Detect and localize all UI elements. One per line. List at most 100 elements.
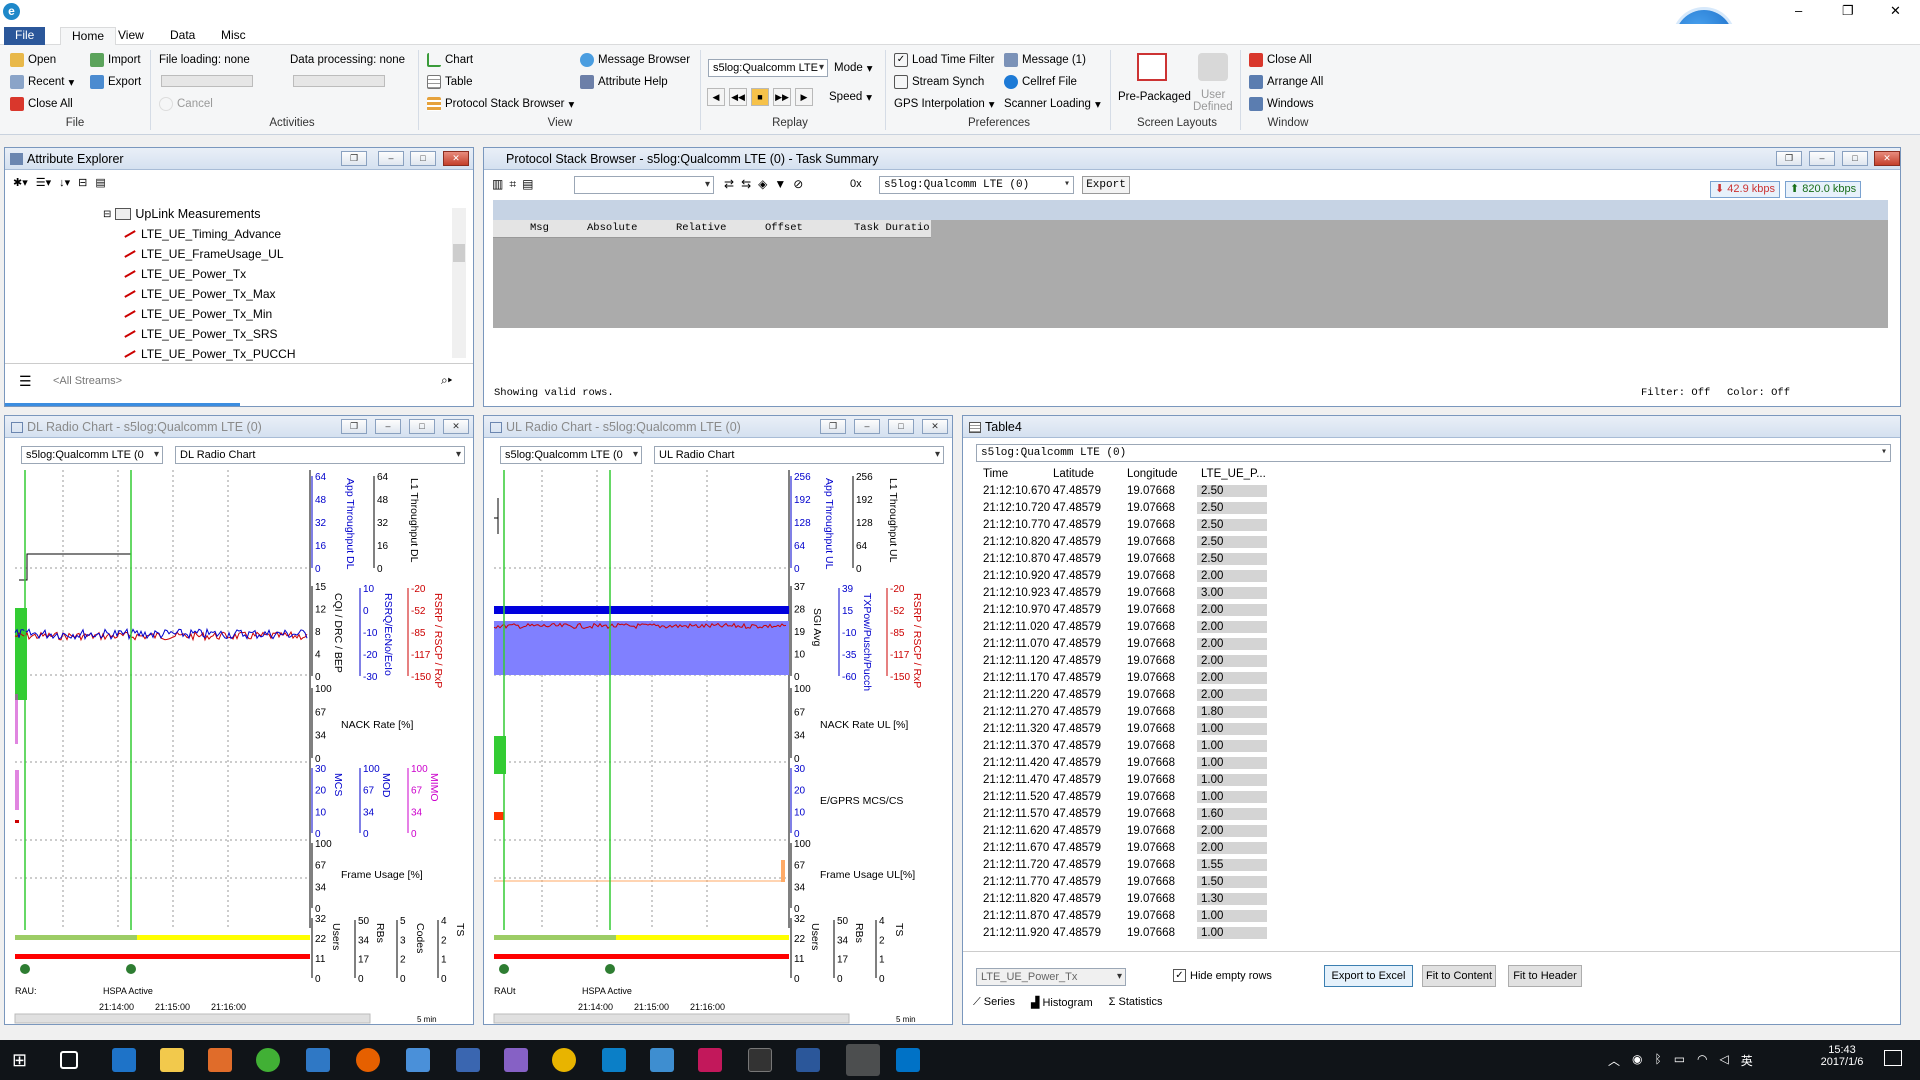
clock[interactable]: 15:43 2017/1/6 — [1812, 1044, 1872, 1068]
chart-button[interactable]: Chart — [427, 51, 473, 69]
table-row[interactable]: 21:12:11.120 47.48579 19.07668 2.00 — [976, 654, 1276, 671]
word-icon[interactable] — [796, 1048, 820, 1072]
gps-interpolation-button[interactable]: GPS Interpolation ▾ — [894, 95, 995, 113]
battery-icon[interactable]: ▭ — [1674, 1052, 1685, 1069]
find-prev-icon[interactable]: ⇆ — [741, 177, 751, 191]
dl-minimize-button[interactable]: – — [375, 419, 401, 434]
table-row[interactable]: 21:12:11.070 47.48579 19.07668 2.00 — [976, 637, 1276, 654]
rewind-button[interactable]: ◀◀ — [729, 88, 747, 106]
mdi-vertical-scrollbar[interactable] — [1904, 138, 1920, 1028]
active-app-icon[interactable] — [846, 1044, 880, 1076]
terminal-icon[interactable] — [748, 1048, 772, 1072]
bluetooth-icon[interactable]: ᛒ — [1655, 1052, 1662, 1069]
ime-indicator[interactable]: 英 — [1741, 1052, 1753, 1069]
layers-icon[interactable]: ◈ — [758, 177, 767, 191]
tab-view[interactable]: View — [107, 27, 155, 45]
attribute-help-button[interactable]: Attribute Help — [580, 73, 668, 91]
start-icon[interactable]: ⊞ — [12, 1048, 36, 1072]
speed-button[interactable]: Speed ▾ — [829, 88, 872, 106]
close-all-windows-button[interactable]: Close All — [1249, 51, 1312, 69]
psb-export-button[interactable]: Export — [1082, 176, 1130, 194]
minimize-button[interactable]: – — [1795, 3, 1802, 18]
media-player-icon[interactable] — [208, 1048, 232, 1072]
tree-item[interactable]: LTE_UE_Power_Tx_Min — [123, 307, 272, 321]
volume-icon[interactable]: ◁ — [1720, 1052, 1729, 1069]
table-row[interactable]: 21:12:11.170 47.48579 19.07668 2.00 — [976, 671, 1276, 688]
column-longitude[interactable]: Longitude — [1127, 468, 1178, 480]
task-view-icon[interactable] — [60, 1051, 78, 1069]
column-msg[interactable]: Msg — [530, 222, 549, 234]
dl-device-select[interactable]: s5log:Qualcomm LTE (0 — [21, 446, 163, 464]
table-row[interactable]: 21:12:11.570 47.48579 19.07668 1.60 — [976, 807, 1276, 824]
outlook-icon[interactable] — [896, 1048, 920, 1072]
message-button[interactable]: Message (1) — [1004, 51, 1086, 69]
explorer-close-button[interactable]: ✕ — [443, 151, 469, 166]
tab-statistics[interactable]: Σ Statistics — [1109, 996, 1163, 1009]
table-row[interactable]: 21:12:10.770 47.48579 19.07668 2.50 — [976, 518, 1276, 535]
dl-maximize-button[interactable]: □ — [409, 419, 435, 434]
tree-icon[interactable]: ⊟ — [78, 176, 87, 192]
tab-file[interactable]: File — [4, 27, 46, 45]
table-row[interactable]: 21:12:11.520 47.48579 19.07668 1.00 — [976, 790, 1276, 807]
fit-to-header-button[interactable]: Fit to Header — [1508, 965, 1582, 987]
close-button[interactable]: ✕ — [1890, 3, 1901, 19]
pre-packaged-icon[interactable] — [1137, 53, 1167, 81]
table-row[interactable]: 21:12:11.020 47.48579 19.07668 2.00 — [976, 620, 1276, 637]
stop-button[interactable]: ■ — [751, 88, 769, 106]
table-row[interactable]: 21:12:11.770 47.48579 19.07668 1.50 — [976, 875, 1276, 892]
table-row[interactable]: 21:12:11.720 47.48579 19.07668 1.55 — [976, 858, 1276, 875]
psb-minimize-button[interactable]: – — [1809, 151, 1835, 166]
protocol-stack-browser-button[interactable]: Protocol Stack Browser ▾ — [427, 95, 574, 113]
ul-device-select[interactable]: s5log:Qualcomm LTE (0 — [500, 446, 642, 464]
wechat-tray-icon[interactable]: ◉ — [1632, 1052, 1642, 1069]
tab-data[interactable]: Data — [159, 27, 206, 45]
crosshair-icon[interactable]: ⌗ — [509, 177, 516, 192]
replay-device-select[interactable]: s5log:Qualcomm LTE — [708, 59, 828, 77]
column-offset[interactable]: Offset — [765, 222, 803, 234]
table-row[interactable]: 21:12:11.320 47.48579 19.07668 1.00 — [976, 722, 1276, 739]
table-row[interactable]: 21:12:11.670 47.48579 19.07668 2.00 — [976, 841, 1276, 858]
collapse-icon[interactable]: ⊟ — [103, 209, 111, 220]
funnel-icon[interactable]: ▼ — [774, 177, 786, 191]
table-row[interactable]: 21:12:11.370 47.48579 19.07668 1.00 — [976, 739, 1276, 756]
maximize-button[interactable]: ❐ — [1842, 3, 1854, 19]
menu-icon[interactable]: ☰ — [19, 373, 32, 390]
explorer-maximize-button[interactable]: □ — [410, 151, 436, 166]
mdi-horizontal-scrollbar[interactable] — [0, 1028, 1904, 1040]
recent-button[interactable]: Recent ▾ — [10, 73, 74, 91]
export-to-excel-button[interactable]: Export to Excel — [1324, 965, 1413, 987]
list-icon[interactable]: ▤ — [522, 177, 533, 192]
visual-studio-icon[interactable] — [504, 1048, 528, 1072]
attribute-select[interactable]: LTE_UE_Power_Tx — [976, 968, 1126, 986]
table-row[interactable]: 21:12:11.870 47.48579 19.07668 1.00 — [976, 909, 1276, 926]
tree-item[interactable]: LTE_UE_Power_Tx_PUCCH — [123, 347, 296, 361]
table-row[interactable]: 21:12:11.220 47.48579 19.07668 2.00 — [976, 688, 1276, 705]
tree-item[interactable]: LTE_UE_Power_Tx_SRS — [123, 327, 278, 341]
close-all-files-button[interactable]: Close All — [10, 95, 73, 113]
tree-scrollbar[interactable] — [452, 208, 466, 358]
table-row[interactable]: 21:12:10.870 47.48579 19.07668 2.50 — [976, 552, 1276, 569]
ul-restore-button[interactable]: ❐ — [820, 419, 846, 434]
psb-device-select[interactable]: s5log:Qualcomm LTE (0) — [879, 176, 1074, 194]
export-button[interactable]: Export — [90, 73, 141, 91]
table4-device-select[interactable]: s5log:Qualcomm LTE (0) — [976, 444, 1891, 462]
notification-icon[interactable] — [1884, 1050, 1902, 1066]
find-next-icon[interactable]: ⇄ — [724, 177, 734, 191]
firefox-icon[interactable] — [356, 1048, 380, 1072]
stream-filter-input[interactable]: <All Streams> — [53, 375, 122, 387]
psb-search-select[interactable] — [574, 176, 714, 194]
app-pink-icon[interactable] — [698, 1048, 722, 1072]
tree-item[interactable]: LTE_UE_Timing_Advance — [123, 227, 281, 241]
table-row[interactable]: 21:12:11.620 47.48579 19.07668 2.00 — [976, 824, 1276, 841]
table-row[interactable]: 21:12:11.820 47.48579 19.07668 1.30 — [976, 892, 1276, 909]
ie-icon[interactable] — [306, 1048, 330, 1072]
table-row[interactable]: 21:12:11.470 47.48579 19.07668 1.00 — [976, 773, 1276, 790]
load-time-filter-checkbox[interactable]: ✓ Load Time Filter — [894, 51, 994, 69]
wechat-icon[interactable] — [256, 1048, 280, 1072]
column-latitude[interactable]: Latitude — [1053, 468, 1094, 480]
clear-filter-icon[interactable]: ⊘ — [793, 177, 803, 191]
table-row[interactable]: 21:12:10.670 47.48579 19.07668 2.50 — [976, 484, 1276, 501]
mode-button[interactable]: Mode ▾ — [834, 59, 873, 77]
psb-close-button[interactable]: ✕ — [1874, 151, 1900, 166]
edge-icon[interactable] — [112, 1048, 136, 1072]
